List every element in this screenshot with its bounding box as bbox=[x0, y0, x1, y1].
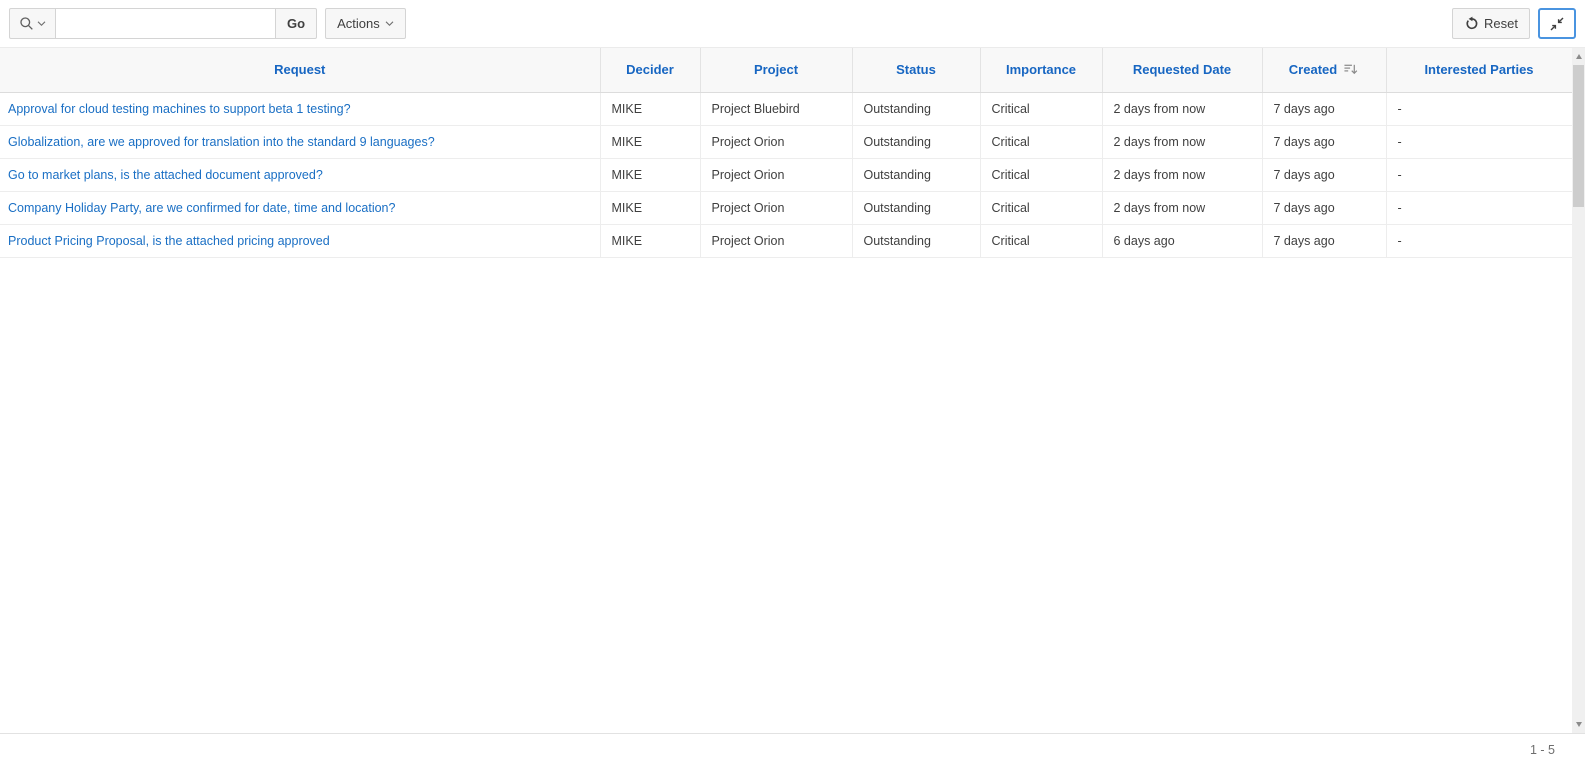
column-header-request[interactable]: Request bbox=[0, 48, 600, 92]
cell-decider: MIKE bbox=[600, 92, 700, 125]
interactive-report-region: Go Actions Reset bbox=[0, 0, 1585, 774]
table-row: Approval for cloud testing machines to s… bbox=[0, 92, 1572, 125]
cell-interested_parties: - bbox=[1386, 92, 1572, 125]
collapse-region-button[interactable] bbox=[1538, 8, 1576, 39]
go-button[interactable]: Go bbox=[275, 8, 317, 39]
cell-request: Approval for cloud testing machines to s… bbox=[0, 92, 600, 125]
pagination-label: 1 - 5 bbox=[1530, 743, 1555, 757]
cell-requested_date: 2 days from now bbox=[1102, 158, 1262, 191]
column-label: Importance bbox=[1006, 62, 1076, 77]
cell-requested_date: 6 days ago bbox=[1102, 224, 1262, 257]
report-toolbar: Go Actions Reset bbox=[0, 0, 1585, 48]
actions-label: Actions bbox=[337, 16, 380, 31]
request-link[interactable]: Approval for cloud testing machines to s… bbox=[8, 102, 351, 116]
cell-request: Product Pricing Proposal, is the attache… bbox=[0, 224, 600, 257]
reset-icon bbox=[1464, 16, 1479, 31]
table-row: Product Pricing Proposal, is the attache… bbox=[0, 224, 1572, 257]
request-link[interactable]: Company Holiday Party, are we confirmed … bbox=[8, 201, 395, 215]
column-header-importance[interactable]: Importance bbox=[980, 48, 1102, 92]
scrollbar-thumb[interactable] bbox=[1573, 65, 1584, 207]
arrow-down-icon bbox=[1576, 722, 1582, 727]
cell-project: Project Orion bbox=[700, 158, 852, 191]
column-header-requested_date[interactable]: Requested Date bbox=[1102, 48, 1262, 92]
cell-importance: Critical bbox=[980, 191, 1102, 224]
chevron-down-icon bbox=[385, 20, 394, 27]
report-table: Request Decider Project Status Importance Req… bbox=[0, 48, 1573, 258]
column-header-project[interactable]: Project bbox=[700, 48, 852, 92]
cell-importance: Critical bbox=[980, 158, 1102, 191]
scroll-down-button[interactable] bbox=[1572, 717, 1585, 732]
table-row: Company Holiday Party, are we confirmed … bbox=[0, 191, 1572, 224]
request-link[interactable]: Product Pricing Proposal, is the attache… bbox=[8, 234, 330, 248]
collapse-arrows-icon bbox=[1549, 16, 1565, 32]
chevron-down-icon bbox=[37, 20, 46, 27]
cell-requested_date: 2 days from now bbox=[1102, 125, 1262, 158]
cell-status: Outstanding bbox=[852, 125, 980, 158]
reset-button[interactable]: Reset bbox=[1452, 8, 1530, 39]
column-label: Created bbox=[1289, 62, 1337, 77]
cell-project: Project Orion bbox=[700, 191, 852, 224]
cell-importance: Critical bbox=[980, 125, 1102, 158]
cell-created: 7 days ago bbox=[1262, 158, 1386, 191]
arrow-up-icon bbox=[1576, 54, 1582, 59]
cell-project: Project Bluebird bbox=[700, 92, 852, 125]
column-header-created[interactable]: Created bbox=[1262, 48, 1386, 92]
reset-label: Reset bbox=[1484, 16, 1518, 31]
column-header-status[interactable]: Status bbox=[852, 48, 980, 92]
column-label: Requested Date bbox=[1133, 62, 1231, 77]
cell-requested_date: 2 days from now bbox=[1102, 191, 1262, 224]
cell-status: Outstanding bbox=[852, 92, 980, 125]
cell-interested_parties: - bbox=[1386, 158, 1572, 191]
column-label: Interested Parties bbox=[1424, 62, 1533, 77]
column-header-interested_parties[interactable]: Interested Parties bbox=[1386, 48, 1572, 92]
cell-decider: MIKE bbox=[600, 191, 700, 224]
report-table-wrapper: Request Decider Project Status Importance Req… bbox=[0, 48, 1572, 258]
report-footer: 1 - 5 bbox=[0, 733, 1585, 774]
column-label: Decider bbox=[626, 62, 674, 77]
cell-importance: Critical bbox=[980, 92, 1102, 125]
cell-decider: MIKE bbox=[600, 125, 700, 158]
column-label: Project bbox=[754, 62, 798, 77]
search-options-button[interactable] bbox=[9, 8, 56, 39]
cell-status: Outstanding bbox=[852, 191, 980, 224]
column-header-decider[interactable]: Decider bbox=[600, 48, 700, 92]
cell-request: Company Holiday Party, are we confirmed … bbox=[0, 191, 600, 224]
request-link[interactable]: Go to market plans, is the attached docu… bbox=[8, 168, 323, 182]
cell-status: Outstanding bbox=[852, 224, 980, 257]
cell-requested_date: 2 days from now bbox=[1102, 92, 1262, 125]
cell-created: 7 days ago bbox=[1262, 92, 1386, 125]
cell-status: Outstanding bbox=[852, 158, 980, 191]
cell-interested_parties: - bbox=[1386, 191, 1572, 224]
cell-interested_parties: - bbox=[1386, 224, 1572, 257]
request-link[interactable]: Globalization, are we approved for trans… bbox=[8, 135, 435, 149]
actions-button[interactable]: Actions bbox=[325, 8, 406, 39]
search-icon bbox=[19, 16, 34, 31]
cell-request: Go to market plans, is the attached docu… bbox=[0, 158, 600, 191]
cell-created: 7 days ago bbox=[1262, 125, 1386, 158]
scroll-up-button[interactable] bbox=[1572, 49, 1585, 64]
sort-descending-icon bbox=[1343, 62, 1359, 77]
cell-decider: MIKE bbox=[600, 158, 700, 191]
search-input[interactable] bbox=[56, 8, 276, 39]
column-label: Status bbox=[896, 62, 936, 77]
column-label: Request bbox=[274, 62, 325, 77]
cell-created: 7 days ago bbox=[1262, 191, 1386, 224]
cell-decider: MIKE bbox=[600, 224, 700, 257]
table-row: Globalization, are we approved for trans… bbox=[0, 125, 1572, 158]
table-body: Approval for cloud testing machines to s… bbox=[0, 92, 1572, 257]
cell-importance: Critical bbox=[980, 224, 1102, 257]
table-header-row: Request Decider Project Status Importance Req… bbox=[0, 48, 1572, 92]
cell-project: Project Orion bbox=[700, 125, 852, 158]
cell-created: 7 days ago bbox=[1262, 224, 1386, 257]
cell-request: Globalization, are we approved for trans… bbox=[0, 125, 600, 158]
cell-interested_parties: - bbox=[1386, 125, 1572, 158]
table-row: Go to market plans, is the attached docu… bbox=[0, 158, 1572, 191]
cell-project: Project Orion bbox=[700, 224, 852, 257]
vertical-scrollbar[interactable] bbox=[1572, 48, 1585, 733]
